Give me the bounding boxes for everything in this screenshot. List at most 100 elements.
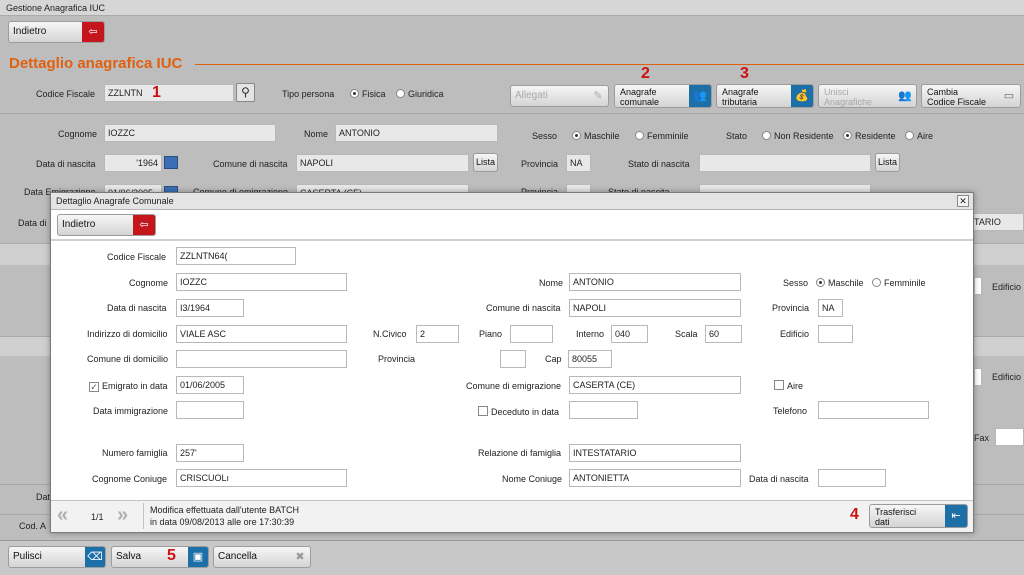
dialog-emigrato-field[interactable]: 01/06/2005 (176, 376, 244, 394)
dialog-aire-checkbox[interactable]: Aire (774, 380, 803, 392)
dialog-cognome-coniuge-field[interactable]: CRISCUOLı (176, 469, 347, 487)
codice-fiscale-field[interactable]: ZZLNTN (104, 84, 234, 102)
stato-aire-radio[interactable]: Aire (905, 130, 933, 142)
unisci-anagrafiche-button[interactable]: Unisci Anagrafiche 👥 (818, 84, 917, 108)
divider (0, 113, 1024, 114)
nome-field[interactable]: ANTONIO (335, 124, 498, 142)
dialog-interno-label: Interno (576, 329, 605, 339)
dialog-piano-field[interactable] (510, 325, 553, 343)
dialog-sesso-femminile-radio[interactable]: Femminile (872, 277, 926, 289)
anagrafe-tributaria-button[interactable]: Anagrafe tributaria 💰 (716, 84, 814, 108)
trasferisci-dati-button[interactable]: Trasferisci dati ⇤ (869, 504, 968, 528)
dialog-cap-field[interactable]: 80055 (568, 350, 612, 368)
sesso-label: Sesso (532, 131, 558, 141)
dialog-nome-coniuge-field[interactable]: ANTONIETTA (569, 469, 741, 487)
dialog-data-nascita2-field[interactable] (818, 469, 886, 487)
dialog-provincia2-field[interactable] (500, 350, 526, 368)
relazione-field[interactable]: TARIO (970, 213, 1024, 231)
dialog-deceduto-field[interactable] (569, 401, 638, 419)
radio-icon (843, 131, 852, 140)
radio-icon (872, 278, 881, 287)
dialog-numero-famiglia-field[interactable]: 257' (176, 444, 244, 462)
lista-stato-button[interactable]: Lista (875, 153, 900, 172)
stato-non-residente-radio[interactable]: Non Residente (762, 130, 834, 142)
dialog-provincia2-label: Provincia (378, 354, 416, 364)
tipo-giuridica-radio[interactable]: Giuridica (396, 88, 444, 100)
dialog-comune-emigrazione-field[interactable]: CASERTA (CE) (569, 376, 741, 394)
dialog-emigrato-checkbox[interactable]: ✓ Emigrato in data (89, 380, 168, 392)
marker-2: 2 (641, 65, 650, 82)
checkbox-icon (478, 406, 488, 416)
anagrafe-comunale-button[interactable]: Anagrafe comunale 👥 (614, 84, 712, 108)
checkmark-icon: ✓ (89, 382, 99, 392)
salva-button[interactable]: Salva ▣ (111, 546, 209, 568)
dialog-telefono-field[interactable] (818, 401, 929, 419)
prev-page-icon[interactable]: « (57, 503, 68, 527)
cognome-label: Cognome (58, 129, 98, 139)
cognome-field[interactable]: IOZZC (104, 124, 276, 142)
radio-icon (396, 89, 405, 98)
background-field[interactable] (974, 368, 982, 386)
dialog-data-nascita-field[interactable]: I3/1964 (176, 299, 244, 317)
dialog-codice-fiscale-field[interactable]: ZZLNTN64( (176, 247, 296, 265)
dialog-comune-emigrazione-label: Comune di emigrazione (466, 381, 562, 391)
dialog-edificio-label: Edificio (780, 329, 810, 339)
tipo-fisica-radio[interactable]: Fisica (350, 88, 386, 100)
provincia-field[interactable]: NA (566, 154, 591, 172)
marker-5: 5 (167, 547, 176, 564)
edificio-label: Edificio (992, 372, 1022, 382)
people-icon: 👥 (689, 85, 711, 107)
dialog-scala-field[interactable]: 60 (705, 325, 742, 343)
stato-residente-radio[interactable]: Residente (843, 130, 896, 142)
dialog-deceduto-checkbox[interactable]: Deceduto in data (478, 406, 559, 418)
dialog-edificio-field[interactable] (818, 325, 853, 343)
modifica-line2: in data 09/08/2013 alle ore 17:30:39 (150, 517, 295, 527)
eraser-icon: ⌫ (85, 547, 105, 567)
dialog-back-button[interactable]: Indietro ⇦ (57, 214, 156, 236)
data-di-label: Data di (18, 218, 47, 228)
lista-button[interactable]: Lista (473, 153, 498, 172)
dialog-cognome-field[interactable]: IOZZC (176, 273, 347, 291)
dialog-provincia-field[interactable]: NA (818, 299, 843, 317)
edificio-label: Edificio (992, 282, 1022, 292)
next-page-icon[interactable]: » (117, 503, 128, 527)
dialog-indirizzo-label: Indirizzo di domicilio (87, 329, 168, 339)
stato-nascita-field[interactable] (699, 154, 871, 172)
allegati-button[interactable]: Allegati ✎ (510, 85, 609, 107)
dialog-sesso-maschile-radio[interactable]: Maschile (816, 277, 864, 289)
sesso-maschile-radio[interactable]: Maschile (572, 130, 620, 142)
cancella-button[interactable]: Cancella ✖ (213, 546, 311, 568)
dialog-comune-nascita-field[interactable]: NAPOLI (569, 299, 741, 317)
marker-4: 4 (850, 506, 859, 523)
radio-icon (816, 278, 825, 287)
background-field[interactable] (974, 277, 982, 295)
dialog-band (51, 239, 973, 241)
radio-icon (762, 131, 771, 140)
fax-label: Fax (974, 433, 990, 443)
dialog-provincia-label: Provincia (772, 303, 810, 313)
dialog-sesso-label: Sesso (783, 278, 809, 288)
dialog-comune-domicilio-field[interactable] (176, 350, 347, 368)
fax-field[interactable] (995, 428, 1024, 446)
dialog-data-immigrazione-field[interactable] (176, 401, 244, 419)
back-button[interactable]: Indietro ⇦ (8, 21, 105, 43)
search-button[interactable]: ⚲ (236, 83, 255, 102)
comune-nascita-field[interactable]: NAPOLI (296, 154, 469, 172)
dialog-nome-field[interactable]: ANTONIO (569, 273, 741, 291)
dialog-interno-field[interactable]: 040 (611, 325, 648, 343)
dialog-footer-divider (143, 503, 144, 529)
cambia-codice-fiscale-button[interactable]: Cambia Codice Fiscale ▭ (921, 84, 1021, 108)
sesso-femminile-radio[interactable]: Femminile (635, 130, 689, 142)
pulisci-button[interactable]: Pulisci ⌫ (8, 546, 106, 568)
dialog-relazione-label: Relazione di famiglia (478, 448, 562, 458)
dialog-scala-label: Scala (675, 329, 698, 339)
calendar-icon[interactable] (164, 156, 178, 169)
comune-nascita-label: Comune di nascita (213, 159, 288, 169)
data-nascita-field[interactable]: '1964 (104, 154, 162, 172)
id-card-icon: ▭ (1003, 90, 1015, 102)
dialog-civico-field[interactable]: 2 (416, 325, 459, 343)
close-icon[interactable]: ✕ (957, 195, 969, 207)
dialog-relazione-field[interactable]: INTESTATARIO (569, 444, 741, 462)
window-titlebar: Gestione Anagrafica IUC (0, 0, 1024, 16)
dialog-indirizzo-field[interactable]: VIALE ASC (176, 325, 347, 343)
